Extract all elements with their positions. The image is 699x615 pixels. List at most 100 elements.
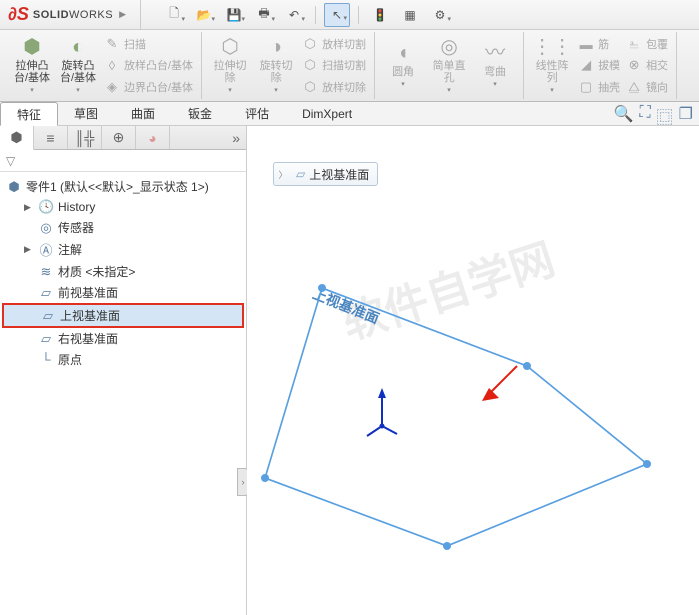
plane-icon: ▱ [40, 308, 56, 324]
title-bar: ∂S SOLIDWORKS ▶ 🗋▾ 📂▾ 💾▾ 🖶▾ ↶▾ ↖▾ 🚦 ▦ ⚙▾ [0, 0, 699, 30]
separator [358, 6, 359, 24]
rib-button[interactable]: ▬筋 [576, 35, 622, 53]
tab-sheetmetal[interactable]: 钣金 [172, 102, 229, 125]
annotations-icon: Ⓐ [38, 240, 54, 259]
tree-right-plane[interactable]: ▱ 右视基准面 [2, 328, 244, 349]
extrude-boss-icon: ⬢ [23, 35, 40, 59]
zoom-fit-icon[interactable]: 🔍 [614, 104, 634, 128]
extrude-boss-button[interactable]: ⬢ 拉伸凸 台/基体▾ [10, 34, 54, 97]
boundary-button[interactable]: ◈边界凸台/基体 [102, 78, 195, 96]
sweep-icon: ✎ [104, 36, 120, 52]
rib-icon: ▬ [578, 37, 594, 52]
revolve-cut-button[interactable]: ◑ 旋转切 除▾ [254, 34, 298, 97]
hole-wizard-button[interactable]: ◎ 简单直 孔▾ [427, 34, 471, 97]
tree-history[interactable]: ▶ 🕓 History [2, 197, 244, 217]
app-logo-button[interactable]: ∂S SOLIDWORKS ▶ [0, 0, 141, 29]
tab-evaluate[interactable]: 评估 [229, 102, 286, 125]
undo-button[interactable]: ↶▾ [281, 3, 307, 27]
tree-annotations[interactable]: ▶ Ⓐ 注解 [2, 238, 244, 261]
boundary-icon: ◈ [104, 79, 120, 95]
wrap-button[interactable]: ⎁包覆 [624, 35, 670, 53]
featuremanager-tab[interactable]: ⬢ [0, 126, 34, 150]
boundary-cut-button[interactable]: ⬡放样切除 [300, 78, 368, 96]
extrude-cut-icon: ⬡ [221, 35, 238, 59]
tree-top-plane[interactable]: ▱ 上视基准面 [2, 303, 244, 328]
chevron-right-icon: ▶ [119, 9, 126, 20]
view-orientation-icon[interactable]: ⿴ [657, 104, 673, 128]
shell-button[interactable]: ▢抽壳 [576, 78, 622, 96]
loft-button[interactable]: ◊放样凸台/基体 [102, 56, 195, 74]
revolve-boss-button[interactable]: ◐ 旋转凸 台/基体▾ [56, 34, 100, 97]
linear-pattern-button[interactable]: ⋮⋮ 线性阵 列▾ [530, 34, 574, 97]
open-button[interactable]: 📂▾ [191, 3, 217, 27]
command-ribbon: ⬢ 拉伸凸 台/基体▾ ◐ 旋转凸 台/基体▾ ✎扫描 ◊放样凸台/基体 ◈边界… [0, 30, 699, 102]
options-button-1[interactable]: ▦ [397, 3, 423, 27]
curves-button[interactable]: 〰 弯曲▾ [473, 34, 517, 97]
display-style-icon[interactable]: ❐ [679, 104, 693, 128]
tree-front-plane[interactable]: ▱ 前视基准面 [2, 282, 244, 303]
funnel-icon: ▽ [6, 154, 15, 168]
mirror-icon: ⧋ [626, 79, 642, 95]
print-button[interactable]: 🖶▾ [251, 3, 277, 27]
dimxpertmanager-tab[interactable]: ⊕ [102, 126, 136, 149]
sketch-plane-graphic [247, 126, 699, 615]
graphics-viewport[interactable]: 〉 ▱ 上视基准面 软件自学网 上视基准面 [247, 126, 699, 615]
tree-root[interactable]: ⬢ 零件1 (默认<<默认>_显示状态 1>) [2, 176, 244, 197]
revolve-boss-icon: ◐ [72, 35, 84, 59]
sweep-cut-button[interactable]: ⬡放样切割 [300, 35, 368, 53]
quick-access-toolbar: 🗋▾ 📂▾ 💾▾ 🖶▾ ↶▾ ↖▾ 🚦 ▦ ⚙▾ [141, 3, 453, 27]
tab-features[interactable]: 特征 [0, 102, 58, 126]
expand-arrow-icon[interactable]: ▶ [24, 202, 34, 213]
tab-sketch[interactable]: 草图 [58, 102, 115, 125]
logo-swirl-icon: ∂S [8, 4, 29, 25]
sweep-button[interactable]: ✎扫描 [102, 35, 195, 53]
options-button-2[interactable]: ⚙▾ [427, 3, 453, 27]
manager-tab-strip: ⬢ ≡ ║╬ ⊕ ◕ » [0, 126, 246, 150]
command-tab-bar: 特征 草图 曲面 钣金 评估 DimXpert 🔍 ⛶ ⿴ ❐ [0, 102, 699, 126]
extrude-cut-button[interactable]: ⬡ 拉伸切 除▾ [208, 34, 252, 97]
history-icon: 🕓 [38, 199, 54, 215]
intersect-button[interactable]: ⊗相交 [624, 56, 670, 74]
panel-expand-icon[interactable]: » [170, 126, 246, 149]
tab-surfaces[interactable]: 曲面 [115, 102, 172, 125]
loft-cut-button[interactable]: ⬡扫描切割 [300, 56, 368, 74]
material-icon: ≋ [38, 264, 54, 280]
select-button[interactable]: ↖▾ [324, 3, 350, 27]
main-area: ⬢ ≡ ║╬ ⊕ ◕ » ▽ ⬢ 零件1 (默认<<默认>_显示状态 1>) ▶… [0, 126, 699, 615]
tree-material[interactable]: ≋ 材质 <未指定> [2, 261, 244, 282]
fillet-button[interactable]: ◖ 圆角▾ [381, 34, 425, 97]
configurationmanager-tab[interactable]: ║╬ [68, 126, 102, 149]
heads-up-view-toolbar: 🔍 ⛶ ⿴ ❐ [614, 104, 693, 128]
sweep-cut-icon: ⬡ [302, 36, 318, 52]
fillet-icon: ◖ [397, 41, 409, 65]
loft-cut-icon: ⬡ [302, 57, 318, 73]
tree-origin[interactable]: └ 原点 [2, 349, 244, 370]
wrap-icon: ⎁ [626, 36, 642, 52]
plane-icon: ▱ [38, 331, 54, 347]
brand-text: SOLIDWORKS [33, 9, 113, 21]
rebuild-button[interactable]: 🚦 [367, 3, 393, 27]
expand-arrow-icon[interactable]: ▶ [24, 244, 34, 255]
loft-icon: ◊ [104, 58, 120, 73]
propertymanager-tab[interactable]: ≡ [34, 126, 68, 149]
revolve-cut-icon: ◑ [270, 35, 282, 59]
shell-icon: ▢ [578, 79, 594, 95]
curves-icon: 〰 [485, 41, 505, 65]
sensors-icon: ◎ [38, 220, 54, 236]
origin-icon: └ [38, 352, 54, 367]
intersect-icon: ⊗ [626, 57, 642, 73]
draft-icon: ◢ [578, 57, 594, 73]
zoom-area-icon[interactable]: ⛶ [639, 104, 650, 128]
boundary-cut-icon: ⬡ [302, 79, 318, 95]
new-button[interactable]: 🗋▾ [161, 3, 187, 27]
tab-dimxpert[interactable]: DimXpert [286, 102, 369, 125]
tree-sensors[interactable]: ◎ 传感器 [2, 217, 244, 238]
draft-button[interactable]: ◢拔模 [576, 56, 622, 74]
displaymanager-tab[interactable]: ◕ [136, 126, 170, 149]
mirror-button[interactable]: ⧋镜向 [624, 78, 670, 96]
feature-tree: ⬢ 零件1 (默认<<默认>_显示状态 1>) ▶ 🕓 History ◎ 传感… [0, 172, 246, 615]
filter-bar[interactable]: ▽ [0, 150, 246, 172]
save-button[interactable]: 💾▾ [221, 3, 247, 27]
linear-pattern-icon: ⋮⋮ [532, 35, 572, 59]
plane-icon: ▱ [38, 285, 54, 301]
